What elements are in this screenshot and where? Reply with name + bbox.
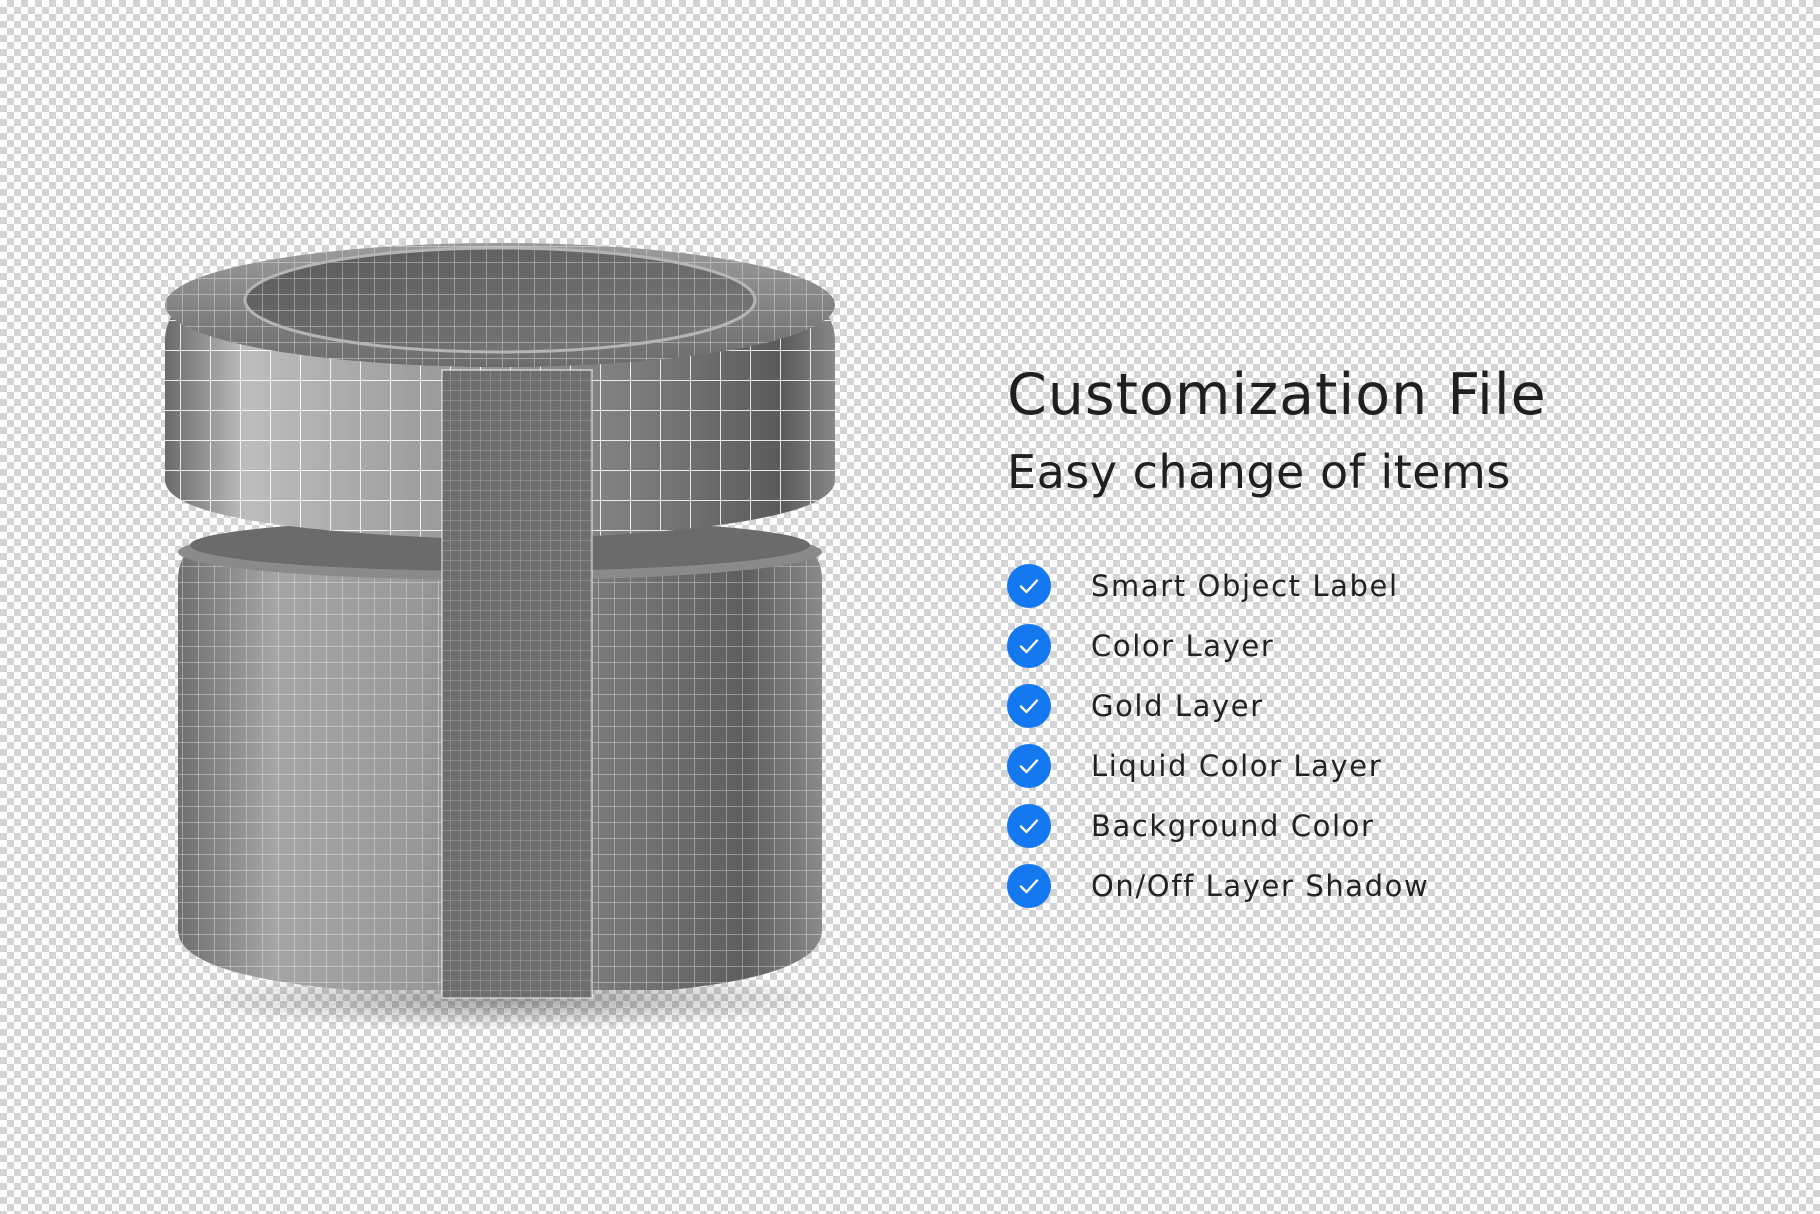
check-circle-icon [1007, 564, 1051, 608]
page-title: Customization File [1007, 362, 1547, 428]
feature-label: Gold Layer [1091, 689, 1264, 723]
feature-item: On/Off Layer Shadow [1007, 856, 1547, 916]
check-circle-icon [1007, 744, 1051, 788]
feature-item: Smart Object Label [1007, 556, 1547, 616]
jar-mockup-illustration [165, 243, 840, 1030]
smart-object-label-band [441, 369, 593, 999]
feature-label: Smart Object Label [1091, 569, 1399, 603]
feature-label: Color Layer [1091, 629, 1275, 663]
feature-label: On/Off Layer Shadow [1091, 869, 1430, 903]
feature-label: Background Color [1091, 809, 1375, 843]
check-circle-icon [1007, 684, 1051, 728]
customization-panel: Customization File Easy change of items … [1007, 360, 1547, 916]
feature-item: Color Layer [1007, 616, 1547, 676]
feature-label: Liquid Color Layer [1091, 749, 1383, 783]
check-circle-icon [1007, 864, 1051, 908]
feature-list: Smart Object Label Color Layer Gold Laye… [1007, 556, 1547, 916]
feature-item: Liquid Color Layer [1007, 736, 1547, 796]
feature-item: Gold Layer [1007, 676, 1547, 736]
feature-item: Background Color [1007, 796, 1547, 856]
check-circle-icon [1007, 804, 1051, 848]
page-subtitle: Easy change of items [1007, 445, 1511, 499]
check-circle-icon [1007, 624, 1051, 668]
